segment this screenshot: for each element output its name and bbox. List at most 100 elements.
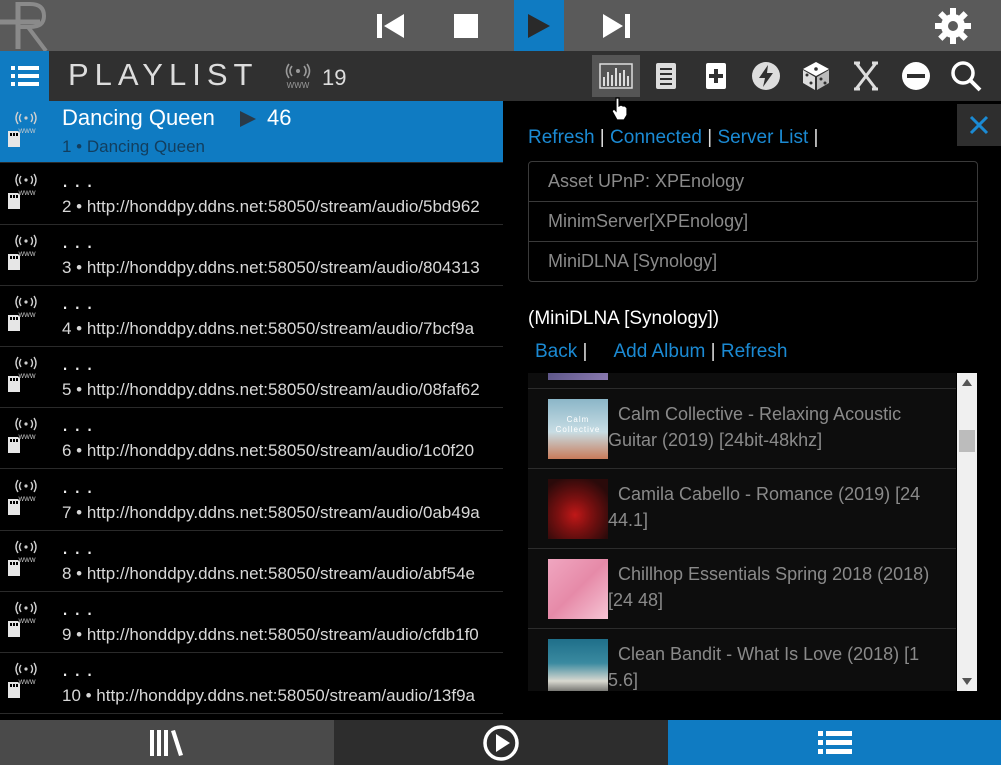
track-title: . . . xyxy=(62,411,93,436)
close-icon xyxy=(969,115,989,135)
track-title: . . . xyxy=(62,289,93,314)
dice-icon xyxy=(803,62,829,90)
play-button[interactable] xyxy=(514,0,564,51)
menu-icon xyxy=(10,66,39,86)
arrow-down-icon xyxy=(962,678,972,685)
transport-bar xyxy=(0,0,1001,51)
album-cover xyxy=(548,479,608,539)
track-subtitle: 7 • http://honddpy.ddns.net:58050/stream… xyxy=(62,503,480,522)
svg-text:WWW: WWW xyxy=(19,191,36,197)
page-title: PLAYLIST xyxy=(68,57,259,92)
stream-icon: WWW xyxy=(2,660,38,706)
stop-button[interactable] xyxy=(441,0,491,51)
track-subtitle: 1 • Dancing Queen xyxy=(62,137,205,156)
bottom-nav xyxy=(0,720,1001,765)
track-title: . . . xyxy=(62,656,93,681)
next-button[interactable] xyxy=(591,0,641,51)
track-title: . . . xyxy=(62,595,93,620)
search-button[interactable] xyxy=(944,55,988,97)
track-subtitle: 3 • http://honddpy.ddns.net:58050/stream… xyxy=(62,258,480,277)
album-item[interactable]: Calm Collective Calm Collective - Relaxi… xyxy=(528,388,956,468)
menu-button[interactable] xyxy=(0,51,49,101)
track-subtitle: 2 • http://honddpy.ddns.net:58050/stream… xyxy=(62,197,480,216)
stream-icon: WWW xyxy=(2,232,38,278)
current-server-label: (MiniDLNA [Synology]) xyxy=(528,308,720,329)
playlist-item-now-playing[interactable]: WWW Dancing Queen 46 1 • Dancing Queen xyxy=(0,101,503,163)
flash-button[interactable] xyxy=(744,55,788,97)
album-item[interactable] xyxy=(528,373,956,389)
playlist-item[interactable]: WWW . . . 8 • http://honddpy.ddns.net:58… xyxy=(0,530,503,592)
crossfade-icon xyxy=(854,61,878,91)
album-scrollbar[interactable] xyxy=(957,373,977,691)
link-separator: | xyxy=(705,341,721,362)
crossfade-button[interactable] xyxy=(844,55,888,97)
now-playing-tab[interactable] xyxy=(334,720,668,765)
scroll-up-button[interactable] xyxy=(957,375,977,391)
add-button[interactable] xyxy=(694,55,738,97)
link-separator: | xyxy=(594,127,611,148)
connected-link[interactable]: Connected xyxy=(610,127,702,148)
album-cover: Calm Collective xyxy=(548,399,608,459)
track-subtitle: 4 • http://honddpy.ddns.net:58050/stream… xyxy=(62,319,475,338)
track-title: . . . xyxy=(62,228,93,253)
album-title: Calm Collective - Relaxing Acoustic Guit… xyxy=(608,404,902,450)
scroll-down-button[interactable] xyxy=(957,673,977,689)
refresh-link[interactable]: Refresh xyxy=(528,127,595,148)
playlist-item[interactable]: WWW . . . 3 • http://honddpy.ddns.net:58… xyxy=(0,224,503,286)
library-icon xyxy=(150,729,183,756)
album-title: Chillhop Essentials Spring 2018 (2018) [… xyxy=(608,564,930,610)
server-item[interactable]: Asset UPnP: XPEnology xyxy=(529,162,977,201)
play-icon xyxy=(528,13,550,38)
album-cover xyxy=(548,639,608,691)
previous-button[interactable] xyxy=(366,0,416,51)
server-item[interactable]: MiniDLNA [Synology] xyxy=(529,241,977,281)
playlist-icon xyxy=(817,730,852,754)
remove-button[interactable] xyxy=(894,55,938,97)
link-separator: | xyxy=(577,341,588,362)
playlist-item[interactable]: WWW . . . 4 • http://honddpy.ddns.net:58… xyxy=(0,285,503,347)
playlist-item[interactable]: WWW . . . 6 • http://honddpy.ddns.net:58… xyxy=(0,407,503,469)
back-link[interactable]: Back xyxy=(535,341,577,362)
link-separator: | xyxy=(701,127,718,148)
visualizer-button[interactable] xyxy=(592,55,640,97)
library-tab[interactable] xyxy=(0,720,334,765)
playlist-item[interactable]: WWW . . . 2 • http://honddpy.ddns.net:58… xyxy=(0,163,503,225)
stream-icon: WWW xyxy=(2,293,38,339)
settings-button[interactable] xyxy=(928,0,978,51)
svg-text:WWW: WWW xyxy=(19,558,36,564)
close-panel-button[interactable] xyxy=(957,104,1001,146)
album-item[interactable]: Camila Cabello - Romance (2019) [24 44.1… xyxy=(528,468,956,548)
playlist-item[interactable]: WWW . . . 7 • http://honddpy.ddns.net:58… xyxy=(0,469,503,531)
playlist-item[interactable]: WWW . . . 10 • http://honddpy.ddns.net:5… xyxy=(0,652,503,714)
svg-text:WWW: WWW xyxy=(19,680,36,686)
shuffle-button[interactable] xyxy=(794,55,838,97)
scroll-thumb[interactable] xyxy=(959,430,975,452)
playlist-item[interactable]: WWW . . . 5 • http://honddpy.ddns.net:58… xyxy=(0,346,503,408)
hand-cursor-icon xyxy=(611,97,629,121)
album-item[interactable]: Chillhop Essentials Spring 2018 (2018) [… xyxy=(528,548,956,628)
server-links: Refresh | Connected | Server List | xyxy=(528,127,818,149)
add-album-link[interactable]: Add Album xyxy=(613,341,705,362)
album-list: Calm Collective Calm Collective - Relaxi… xyxy=(528,373,956,691)
refresh-albums-link[interactable]: Refresh xyxy=(721,341,788,362)
playlist-item[interactable]: WWW . . . 9 • http://honddpy.ddns.net:58… xyxy=(0,591,503,653)
stream-icon: WWW xyxy=(2,538,38,584)
server-item[interactable]: MinimServer[XPEnology] xyxy=(529,201,977,241)
play-circle-icon xyxy=(483,724,519,761)
play-count-icon xyxy=(238,109,258,129)
playlist-tab[interactable] xyxy=(668,720,1001,765)
play-count: 46 xyxy=(267,105,292,130)
album-cover-text: Calm Collective xyxy=(555,415,601,434)
svg-text:WWW: WWW xyxy=(19,374,36,380)
album-item[interactable]: Clean Bandit - What Is Love (2018) [1 5.… xyxy=(528,628,956,691)
track-subtitle: 9 • http://honddpy.ddns.net:58050/stream… xyxy=(62,625,479,644)
album-title: Camila Cabello - Romance (2019) [24 44.1… xyxy=(608,484,921,530)
stop-icon xyxy=(454,13,478,38)
stream-icon: WWW xyxy=(2,354,38,400)
arrow-up-icon xyxy=(962,379,972,386)
queue-list-button[interactable] xyxy=(644,55,688,97)
skip-next-icon xyxy=(603,13,630,38)
album-cover xyxy=(548,559,608,619)
server-list-link[interactable]: Server List xyxy=(717,127,808,148)
stream-icon: WWW xyxy=(2,599,38,645)
